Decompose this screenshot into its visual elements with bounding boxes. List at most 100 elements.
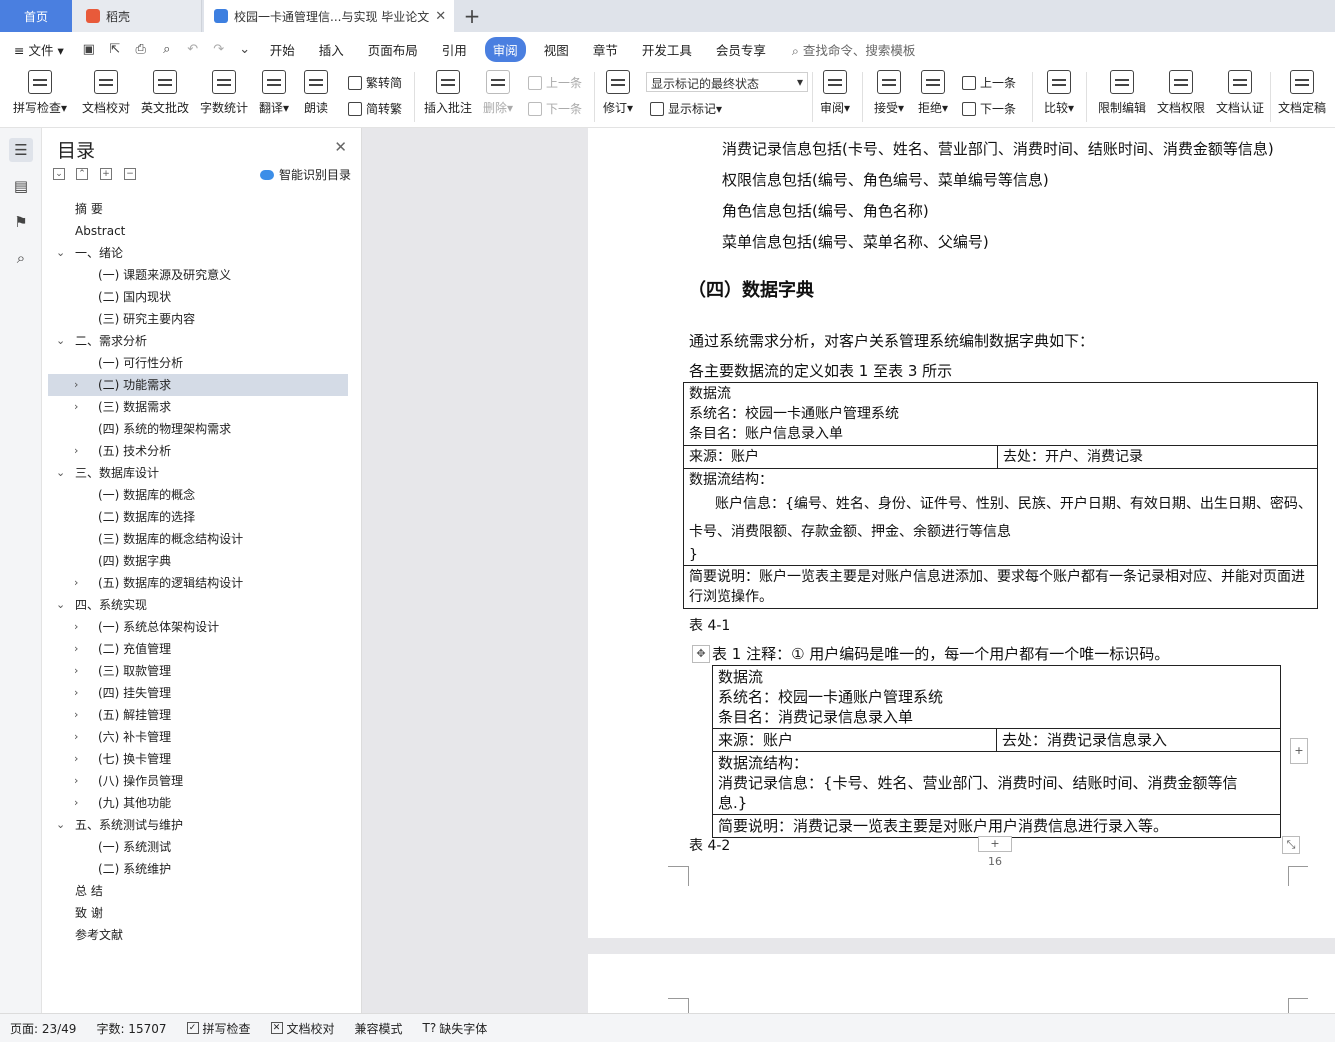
menu-review[interactable]: 审阅 [484,36,526,62]
smart-toc-button[interactable]: 智能识别目录 [259,166,351,183]
chevron-down-icon[interactable]: ⌄ [56,330,65,352]
chevron-right-icon[interactable]: › [74,440,78,462]
toc-item[interactable]: ⌄ 五、系统测试与维护 [48,814,348,836]
toc-item[interactable]: › (五) 解挂管理 [48,704,348,726]
remove-heading-icon[interactable]: − [124,168,136,180]
missing-font[interactable]: T? 缺失字体 [423,1020,488,1037]
toc-item[interactable]: ⌄ 二、需求分析 [48,330,348,352]
doc-proof-button[interactable]: 文档校对 [80,70,132,116]
redo-icon[interactable]: ↷ [206,42,232,57]
toc-item[interactable]: (一) 可行性分析 [48,352,348,374]
toc-item[interactable]: 总 结 [48,880,348,902]
toc-item[interactable]: 参考文献 [48,924,348,946]
menu-member[interactable]: 会员专享 [704,40,778,59]
add-column-button[interactable]: + [1290,738,1308,764]
compat-mode[interactable]: 兼容模式 [355,1020,403,1037]
menu-layout[interactable]: 页面布局 [356,40,430,59]
toc-item[interactable]: (一) 课题来源及研究意义 [48,264,348,286]
collapse-all-icon[interactable]: ⌃ [76,168,88,180]
toc-icon[interactable]: ☰ [9,138,33,162]
toc-item[interactable]: (二) 系统维护 [48,858,348,880]
export-icon[interactable]: ⇱ [102,42,128,57]
english-correct-button[interactable]: 英文批改 [139,70,191,116]
menu-reference[interactable]: 引用 [430,40,479,59]
toc-item[interactable]: › (二) 功能需求 [48,374,348,396]
toc-item[interactable]: (二) 国内现状 [48,286,348,308]
chevron-right-icon[interactable]: › [74,748,78,770]
chevron-right-icon[interactable]: › [74,792,78,814]
menu-view[interactable]: 视图 [532,40,581,59]
resize-table-icon[interactable]: ⤡ [1282,836,1300,854]
add-row-button[interactable]: + [978,836,1012,852]
toc-item[interactable]: (二) 数据库的选择 [48,506,348,528]
toc-item[interactable]: › (五) 数据库的逻辑结构设计 [48,572,348,594]
trad-to-simp-button[interactable]: 繁转简 [348,74,402,91]
chevron-right-icon[interactable]: › [74,396,78,418]
chevron-right-icon[interactable]: › [74,704,78,726]
file-menu[interactable]: ≡ 文件 ▾ [0,40,76,59]
toc-item[interactable]: ⌄ 三、数据库设计 [48,462,348,484]
toc-item[interactable]: ⌄ 一、绪论 [48,242,348,264]
print-icon[interactable]: ⎙ [128,42,154,57]
restrict-edit-button[interactable]: 限制编辑 [1094,70,1150,116]
chevron-down-icon[interactable]: ⌄ [56,594,65,616]
chevron-down-icon[interactable]: ⌄ [56,814,65,836]
add-heading-icon[interactable]: + [100,168,112,180]
preview-icon[interactable]: ⌕ [154,42,180,57]
read-aloud-button[interactable]: 朗读 [300,70,332,116]
toc-item[interactable]: › (五) 技术分析 [48,440,348,462]
simp-to-trad-button[interactable]: 简转繁 [348,100,402,117]
show-markup-button[interactable]: 显示标记 ▾ [650,100,722,117]
review-pane-button[interactable]: 审阅▾ [816,70,854,116]
toc-item[interactable]: (一) 系统测试 [48,836,348,858]
chevron-right-icon[interactable]: › [74,616,78,638]
spell-check-button[interactable]: 拼写检查▾ [10,70,70,116]
doc-cert-button[interactable]: 文档认证 [1213,70,1267,116]
chevron-right-icon[interactable]: › [74,726,78,748]
toc-item[interactable]: (三) 数据库的概念结构设计 [48,528,348,550]
menu-start[interactable]: 开始 [258,40,307,59]
search-icon[interactable]: ⌕ [9,246,33,270]
toc-item[interactable]: (三) 研究主要内容 [48,308,348,330]
doc-rights-button[interactable]: 文档权限 [1154,70,1208,116]
page-indicator[interactable]: 页面: 23/49 [10,1020,76,1037]
compare-button[interactable]: 比较▾ [1040,70,1078,116]
customize-icon[interactable]: ⌄ [232,42,258,57]
insert-comment-button[interactable]: 插入批注 [422,70,474,116]
menu-devtools[interactable]: 开发工具 [630,40,704,59]
toc-item[interactable]: ⌄ 四、系统实现 [48,594,348,616]
status-spell-check[interactable]: ✓ 拼写检查 [186,1020,251,1037]
prev-change-button[interactable]: 上一条 [962,74,1016,91]
prev-comment-button[interactable]: 上一条 [528,74,582,91]
tab-document[interactable]: 校园一卡通管理信...与实现 毕业论文 ✕ [204,0,454,32]
bookmark-icon[interactable]: ⚑ [9,210,33,234]
close-icon[interactable]: ✕ [334,138,347,156]
delete-comment-button[interactable]: 删除▾ [480,70,516,116]
toc-item[interactable]: › (四) 挂失管理 [48,682,348,704]
toc-item[interactable]: › (七) 换卡管理 [48,748,348,770]
translate-button[interactable]: 翻译▾ [256,70,292,116]
menu-insert[interactable]: 插入 [307,40,356,59]
toc-item[interactable]: (一) 数据库的概念 [48,484,348,506]
toc-item[interactable]: › (三) 数据需求 [48,396,348,418]
command-search[interactable]: ⌕ 查找命令、搜索模板 [792,40,916,59]
accept-button[interactable]: 接受▾ [870,70,908,116]
tab-home[interactable]: 首页 [0,0,72,32]
chevron-down-icon[interactable]: ⌄ [56,242,65,264]
navigation-icon[interactable]: ▤ [9,174,33,198]
toc-item[interactable]: Abstract [48,220,348,242]
undo-icon[interactable]: ↶ [180,42,206,57]
move-handle-icon[interactable]: ✥ [692,645,710,663]
reject-button[interactable]: 拒绝▾ [914,70,952,116]
toc-item[interactable]: › (九) 其他功能 [48,792,348,814]
chevron-right-icon[interactable]: › [74,660,78,682]
revise-button[interactable]: 修订▾ [600,70,636,116]
chevron-right-icon[interactable]: › [74,374,78,396]
menu-section[interactable]: 章节 [581,40,630,59]
toc-item[interactable]: › (八) 操作员管理 [48,770,348,792]
close-icon[interactable]: ✕ [435,9,446,24]
chevron-right-icon[interactable]: › [74,638,78,660]
next-change-button[interactable]: 下一条 [962,100,1016,117]
save-icon[interactable]: ▣ [76,42,102,57]
next-comment-button[interactable]: 下一条 [528,100,582,117]
